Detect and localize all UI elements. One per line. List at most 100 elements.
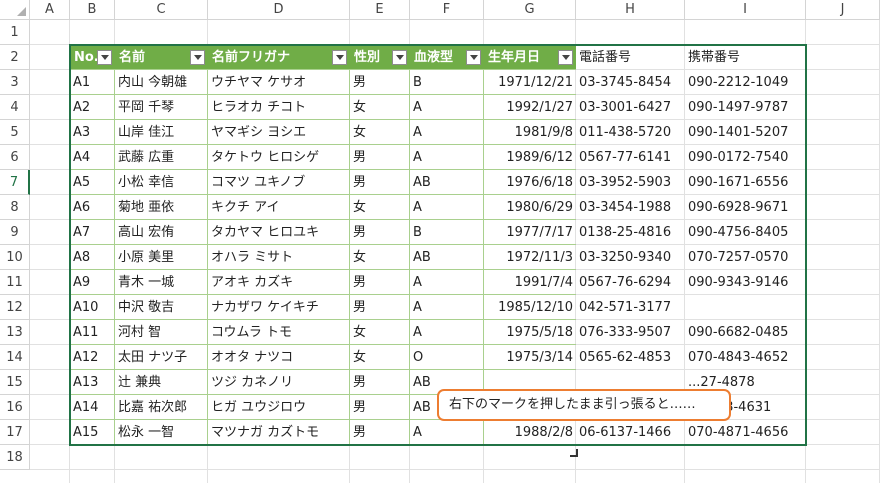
column-header-f[interactable]: F: [410, 0, 484, 20]
table-cell[interactable]: ヤマギシ ヨシエ: [208, 120, 350, 145]
table-cell[interactable]: 06-6137-1466: [576, 420, 685, 445]
filter-dropdown-icon[interactable]: [392, 50, 407, 65]
table-cell[interactable]: 1988/2/8: [484, 420, 576, 445]
table-cell[interactable]: 男: [350, 420, 410, 445]
filter-dropdown-icon[interactable]: [558, 50, 573, 65]
table-cell[interactable]: コマツ ユキノブ: [208, 170, 350, 195]
table-cell[interactable]: ウチヤマ ケサオ: [208, 70, 350, 95]
table-cell[interactable]: 女: [350, 95, 410, 120]
table-cell[interactable]: A9: [70, 270, 115, 295]
row-header-14[interactable]: 14: [0, 345, 30, 370]
table-cell[interactable]: 高山 宏侑: [115, 220, 208, 245]
table-cell[interactable]: タカヤマ ヒロユキ: [208, 220, 350, 245]
table-cell[interactable]: A: [410, 95, 484, 120]
column-header-g[interactable]: G: [484, 0, 576, 20]
table-cell[interactable]: 1976/6/18: [484, 170, 576, 195]
column-header-a[interactable]: A: [30, 0, 70, 20]
table-resize-handle-icon[interactable]: [570, 449, 578, 457]
table-cell[interactable]: 070-4843-4652: [685, 345, 806, 370]
table-cell[interactable]: 090-9343-9146: [685, 270, 806, 295]
table-cell[interactable]: 1975/5/18: [484, 320, 576, 345]
table-cell[interactable]: 090-0172-7540: [685, 145, 806, 170]
table-cell[interactable]: 小松 幸信: [115, 170, 208, 195]
table-cell[interactable]: 女: [350, 120, 410, 145]
table-cell[interactable]: 03-3001-6427: [576, 95, 685, 120]
row-header-5[interactable]: 5: [0, 120, 30, 145]
table-cell[interactable]: A: [410, 420, 484, 445]
table-cell[interactable]: 090-1671-6556: [685, 170, 806, 195]
column-title-cell[interactable]: 携帯番号: [685, 45, 806, 70]
table-cell[interactable]: ヒラオカ チコト: [208, 95, 350, 120]
table-cell[interactable]: 男: [350, 270, 410, 295]
column-header-j[interactable]: J: [806, 0, 880, 20]
table-cell[interactable]: 武藤 広重: [115, 145, 208, 170]
table-cell[interactable]: 男: [350, 295, 410, 320]
row-header-16[interactable]: 16: [0, 395, 30, 420]
row-header-12[interactable]: 12: [0, 295, 30, 320]
table-cell[interactable]: マツナガ カズトモ: [208, 420, 350, 445]
table-cell[interactable]: 女: [350, 245, 410, 270]
table-cell[interactable]: 0567-77-6141: [576, 145, 685, 170]
table-cell[interactable]: A: [410, 145, 484, 170]
table-cell[interactable]: A8: [70, 245, 115, 270]
row-header-2[interactable]: 2: [0, 45, 30, 70]
table-cell[interactable]: AB: [410, 170, 484, 195]
table-cell[interactable]: ナカザワ ケイキチ: [208, 295, 350, 320]
table-cell[interactable]: 03-3250-9340: [576, 245, 685, 270]
table-cell[interactable]: 男: [350, 70, 410, 95]
table-cell[interactable]: 比嘉 祐次郎: [115, 395, 208, 420]
row-header-1[interactable]: 1: [0, 20, 30, 45]
table-cell[interactable]: A13: [70, 370, 115, 395]
table-cell[interactable]: 辻 兼典: [115, 370, 208, 395]
filter-dropdown-icon[interactable]: [190, 50, 205, 65]
table-cell[interactable]: 0565-62-4853: [576, 345, 685, 370]
table-cell[interactable]: 090-6928-9671: [685, 195, 806, 220]
table-cell[interactable]: A12: [70, 345, 115, 370]
table-cell[interactable]: 女: [350, 195, 410, 220]
table-cell[interactable]: B: [410, 220, 484, 245]
table-cell[interactable]: 090-1401-5207: [685, 120, 806, 145]
table-cell[interactable]: 076-333-9507: [576, 320, 685, 345]
table-cell[interactable]: AB: [410, 245, 484, 270]
table-cell[interactable]: 090-2212-1049: [685, 70, 806, 95]
table-cell[interactable]: タケトウ ヒロシゲ: [208, 145, 350, 170]
table-cell[interactable]: 03-3952-5903: [576, 170, 685, 195]
row-header-10[interactable]: 10: [0, 245, 30, 270]
table-cell[interactable]: 1972/11/3: [484, 245, 576, 270]
table-cell[interactable]: 平岡 千琴: [115, 95, 208, 120]
table-cell[interactable]: 011-438-5720: [576, 120, 685, 145]
table-cell[interactable]: A14: [70, 395, 115, 420]
table-cell[interactable]: 男: [350, 170, 410, 195]
table-cell[interactable]: キクチ アイ: [208, 195, 350, 220]
filter-dropdown-icon[interactable]: [466, 50, 481, 65]
table-cell[interactable]: 男: [350, 370, 410, 395]
row-header-11[interactable]: 11: [0, 270, 30, 295]
table-cell[interactable]: 070-4871-4656: [685, 420, 806, 445]
table-cell[interactable]: A6: [70, 195, 115, 220]
filter-dropdown-icon[interactable]: [332, 50, 347, 65]
table-cell[interactable]: アオキ カズキ: [208, 270, 350, 295]
table-cell[interactable]: 090-4756-8405: [685, 220, 806, 245]
table-cell[interactable]: A1: [70, 70, 115, 95]
table-cell[interactable]: 松永 一智: [115, 420, 208, 445]
table-cell[interactable]: 090-6682-0485: [685, 320, 806, 345]
table-cell[interactable]: 男: [350, 145, 410, 170]
row-header-7[interactable]: 7: [0, 170, 30, 195]
table-cell[interactable]: 太田 ナツ子: [115, 345, 208, 370]
column-header-e[interactable]: E: [350, 0, 410, 20]
table-cell[interactable]: A: [410, 195, 484, 220]
table-cell[interactable]: 0567-76-6294: [576, 270, 685, 295]
table-cell[interactable]: 1980/6/29: [484, 195, 576, 220]
row-header-9[interactable]: 9: [0, 220, 30, 245]
table-cell[interactable]: 青木 一城: [115, 270, 208, 295]
column-header-d[interactable]: D: [208, 0, 350, 20]
table-cell[interactable]: A2: [70, 95, 115, 120]
table-cell[interactable]: 河村 智: [115, 320, 208, 345]
table-cell[interactable]: 1977/7/17: [484, 220, 576, 245]
row-header-17[interactable]: 17: [0, 420, 30, 445]
table-cell[interactable]: A5: [70, 170, 115, 195]
table-cell[interactable]: [685, 295, 806, 320]
table-cell[interactable]: 03-3745-8454: [576, 70, 685, 95]
column-header-c[interactable]: C: [115, 0, 208, 20]
column-header-b[interactable]: B: [70, 0, 115, 20]
